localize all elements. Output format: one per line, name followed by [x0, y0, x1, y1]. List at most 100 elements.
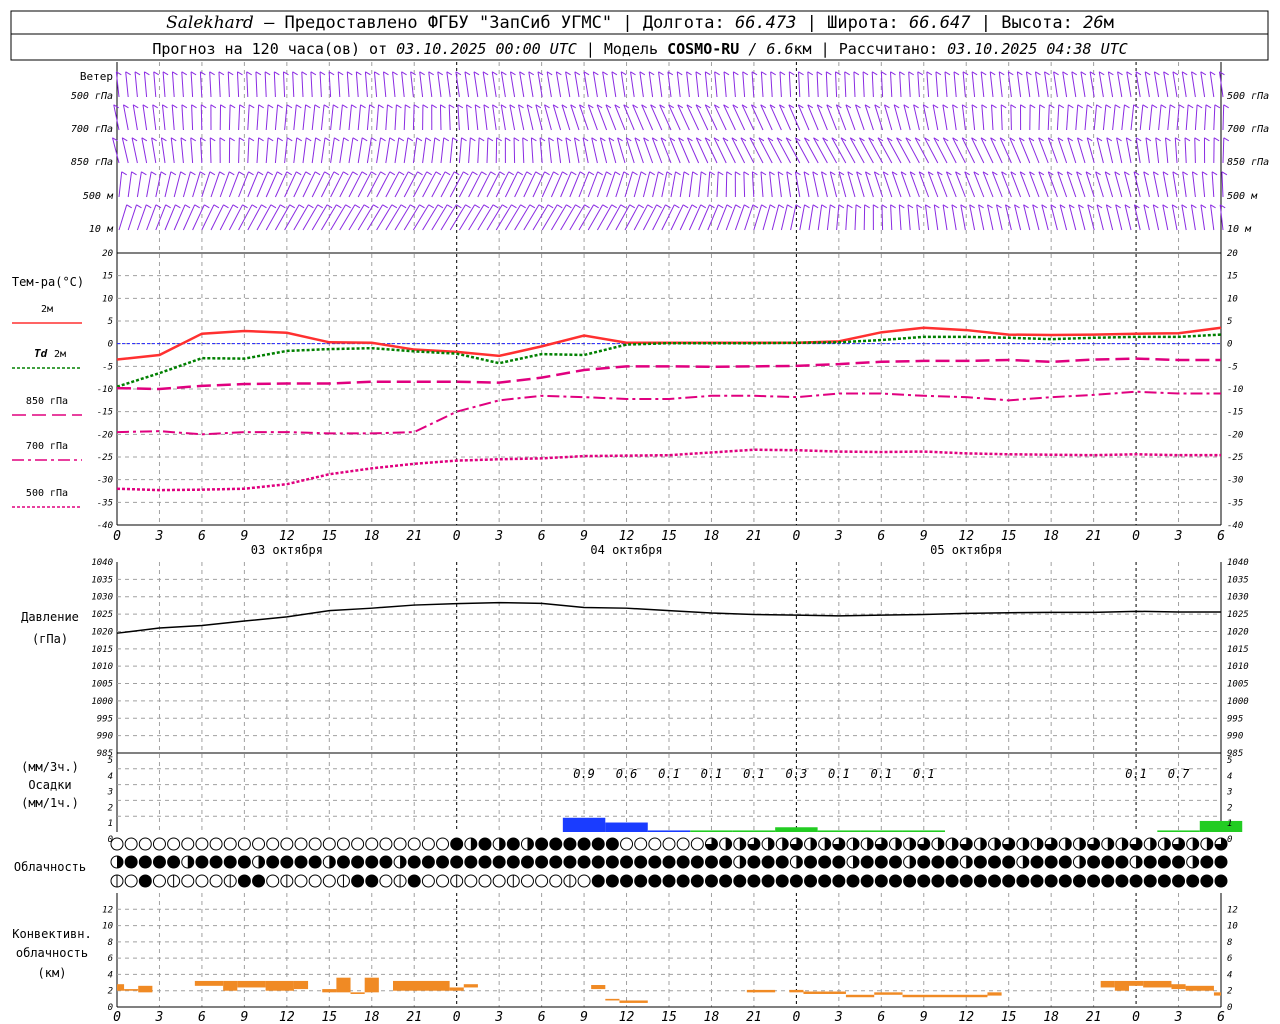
- wind-barb: [882, 171, 893, 198]
- cloud-symbol: [662, 855, 676, 869]
- cloud-symbol: [336, 855, 350, 869]
- wind-barb: [1163, 71, 1169, 98]
- wind-barb: [1041, 204, 1049, 231]
- cloud-half: [739, 838, 746, 850]
- wind-barb: [725, 204, 737, 231]
- wind-barb: [591, 137, 598, 164]
- temp-legend-item: 850 гПа: [12, 396, 82, 416]
- wind-barb: [686, 104, 700, 131]
- wind-barb: [1143, 171, 1150, 198]
- wind-barb-flag: [380, 137, 386, 142]
- wind-barb: [927, 171, 939, 198]
- wind-barb: [247, 171, 259, 198]
- cloud-symbol: [223, 874, 237, 888]
- wind-barb: [373, 71, 378, 98]
- wind-barb-flag: [487, 137, 494, 142]
- conv-label-2: облачность: [16, 946, 88, 960]
- wind-barb-flag: [742, 71, 748, 76]
- wind-barb: [1152, 204, 1160, 231]
- wind-barb-flag: [389, 171, 396, 176]
- wind-barb: [971, 71, 976, 98]
- pres-ytick-right: 1025: [1227, 610, 1249, 620]
- precip-annotation: 0.1: [913, 767, 935, 781]
- wind-barb: [292, 71, 295, 98]
- conv-ytick-right: 2: [1227, 987, 1232, 997]
- wind-barb: [1181, 71, 1187, 98]
- wind-barb-flag: [426, 171, 432, 176]
- wind-barb: [431, 137, 436, 164]
- cloud-symbol: [973, 855, 987, 869]
- wind-barb-flag: [726, 204, 733, 209]
- cloud-symbol: [634, 855, 648, 869]
- pres-ytick-right: 995: [1227, 714, 1243, 724]
- cloud-circle: [379, 855, 393, 869]
- temp-ytick-right: -20: [1227, 430, 1243, 440]
- wind-barb: [473, 71, 479, 98]
- cloud-symbol: [322, 874, 336, 888]
- wind-barb: [668, 104, 681, 131]
- time-tick-label: 0: [1132, 529, 1140, 544]
- conv-bar: [987, 992, 1002, 996]
- wind-barb: [602, 71, 608, 98]
- station-name: Salekhard: [166, 13, 254, 33]
- cloud-half: [1022, 856, 1029, 868]
- cloud-circle: [577, 837, 591, 851]
- temp-ytick-left: -15: [97, 408, 113, 418]
- wind-barb: [468, 204, 485, 231]
- cloud-symbol: [704, 837, 718, 851]
- cloud-symbol: [860, 874, 874, 888]
- wind-barb: [412, 104, 415, 131]
- alt-label: Высота:: [1001, 13, 1073, 33]
- cloud-circle: [761, 855, 775, 869]
- wind-barb-flag: [345, 204, 351, 209]
- wind-barb-flag: [490, 171, 496, 176]
- cloud-half: [1037, 838, 1043, 850]
- wind-barb: [854, 204, 857, 231]
- wind-level-left: 10 м: [89, 224, 114, 235]
- wind-barb: [790, 204, 797, 231]
- header2-sep-2: |: [821, 40, 830, 58]
- cloud-symbol: [436, 855, 450, 869]
- conv-ytick-left: 4: [108, 970, 113, 980]
- wind-barb: [1056, 104, 1060, 131]
- wind-barb-flag: [373, 204, 379, 209]
- cloud-circle: [1115, 874, 1129, 888]
- wind-barb-flag: [744, 204, 750, 209]
- wind-barb-flag: [292, 71, 298, 76]
- pres-ytick-right: 1035: [1227, 575, 1249, 585]
- wind-barb-flag: [539, 137, 546, 142]
- pres-ytick-right: 990: [1227, 732, 1243, 742]
- conv-bar: [1143, 980, 1172, 988]
- cloud-half: [909, 856, 916, 868]
- wind-barb: [936, 171, 948, 198]
- wind-barb: [725, 171, 728, 198]
- cloud-symbol: [1200, 855, 1214, 869]
- model-label: Модель: [604, 40, 658, 58]
- wind-barb: [987, 204, 994, 231]
- precip-bar: [647, 830, 691, 832]
- cloud-circle: [478, 874, 492, 888]
- time-tick-label: 18: [364, 529, 380, 544]
- time-tick-label: 21: [406, 1010, 422, 1024]
- wind-barb-flag: [789, 71, 795, 76]
- wind-barb: [862, 71, 865, 98]
- wind-barb-flag: [150, 171, 157, 176]
- wind-barb: [982, 171, 994, 198]
- cloud-symbol: [520, 837, 534, 851]
- wind-barb: [1124, 204, 1132, 231]
- cloud-circle: [308, 855, 322, 869]
- cloud-circle: [1030, 874, 1044, 888]
- temp-ytick-left: -40: [97, 521, 113, 531]
- cloud-half: [1079, 856, 1086, 868]
- wind-barb-flag: [286, 137, 293, 142]
- wind-barb: [803, 171, 810, 198]
- cloud-circle: [648, 855, 662, 869]
- wind-barb: [1047, 137, 1058, 164]
- cloud-symbol: [605, 874, 619, 888]
- cloud-circle: [945, 855, 959, 869]
- wind-barb-flag: [461, 137, 467, 142]
- legend-label: 850 гПа: [26, 396, 68, 407]
- wind-barb: [1222, 104, 1225, 131]
- cloud-circle: [266, 837, 280, 851]
- cloud-symbol: [761, 837, 775, 851]
